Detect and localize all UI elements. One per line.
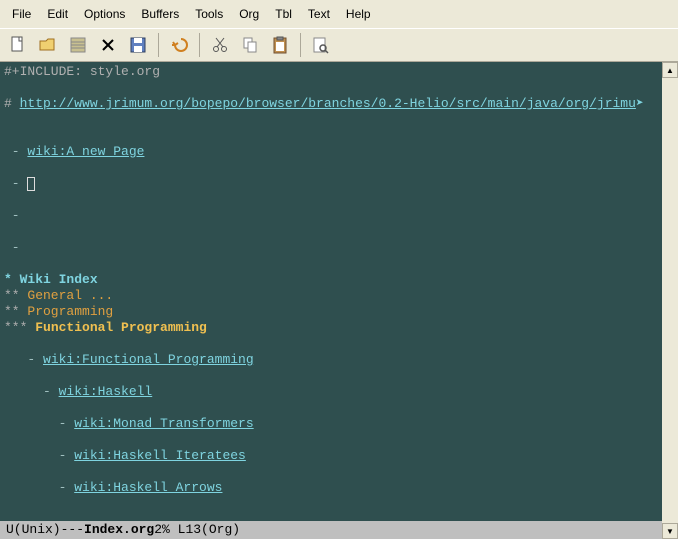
status-coding: U(Unix)---	[6, 521, 84, 539]
open-file-icon[interactable]	[34, 31, 62, 59]
close-icon[interactable]	[94, 31, 122, 59]
menu-edit[interactable]: Edit	[39, 3, 76, 25]
scroll-up-icon[interactable]: ▲	[662, 62, 678, 78]
separator	[199, 33, 200, 57]
mode-line: U(Unix)--- Index.org 2% L13 (Org)	[0, 521, 662, 539]
save-icon[interactable]	[124, 31, 152, 59]
scroll-track[interactable]	[662, 78, 678, 523]
menu-help[interactable]: Help	[338, 3, 379, 25]
menu-buffers[interactable]: Buffers	[133, 3, 187, 25]
separator	[300, 33, 301, 57]
undo-icon[interactable]	[165, 31, 193, 59]
menu-text[interactable]: Text	[300, 3, 338, 25]
status-filename: Index.org	[84, 521, 154, 539]
toolbar	[0, 28, 678, 62]
status-position: 2% L13	[154, 521, 201, 539]
copy-icon[interactable]	[236, 31, 264, 59]
editor-area: #+INCLUDE: style.org # http://www.jrimum…	[0, 62, 678, 539]
search-icon[interactable]	[307, 31, 335, 59]
dired-icon[interactable]	[64, 31, 92, 59]
status-mode: (Org)	[201, 521, 240, 539]
menu-tbl[interactable]: Tbl	[267, 3, 300, 25]
text-buffer[interactable]: #+INCLUDE: style.org # http://www.jrimum…	[0, 62, 662, 539]
menu-options[interactable]: Options	[76, 3, 133, 25]
menu-org[interactable]: Org	[231, 3, 267, 25]
new-file-icon[interactable]	[4, 31, 32, 59]
scroll-down-icon[interactable]: ▼	[662, 523, 678, 539]
separator	[158, 33, 159, 57]
cut-icon[interactable]	[206, 31, 234, 59]
menu-tools[interactable]: Tools	[187, 3, 231, 25]
scrollbar[interactable]: ▲ ▼	[662, 62, 678, 539]
paste-icon[interactable]	[266, 31, 294, 59]
menu-file[interactable]: File	[4, 3, 39, 25]
menubar: FileEditOptionsBuffersToolsOrgTblTextHel…	[0, 0, 678, 28]
